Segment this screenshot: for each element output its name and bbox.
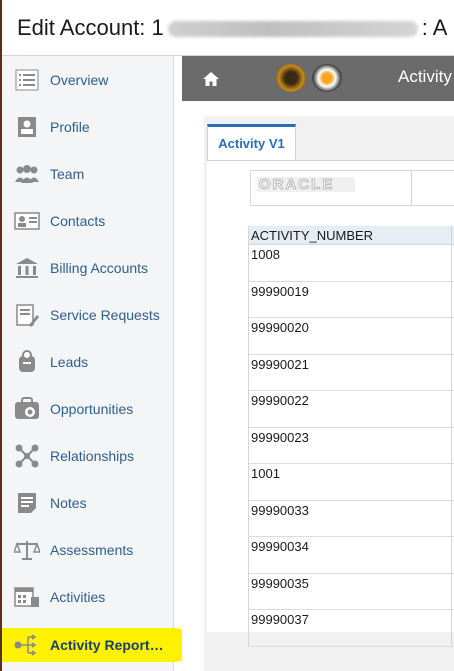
opportunities-icon (14, 396, 40, 422)
column-divider (451, 427, 452, 463)
table-cell: 99990022 (251, 393, 309, 408)
sidebar-item-relationships[interactable]: Relationships (2, 432, 173, 479)
sidebar-item-label: Overview (50, 71, 109, 88)
column-divider (451, 537, 452, 573)
table-row: 99990021 (249, 354, 454, 391)
column-divider (451, 318, 452, 354)
table-row: 99990035 (249, 573, 454, 610)
sidebar-item-label: Activity Report… (50, 637, 164, 653)
team-people-icon (14, 161, 40, 187)
contacts-card-icon (14, 208, 40, 234)
sidebar-item-label: Leads (50, 353, 89, 370)
table-row: 99990022 (249, 391, 454, 428)
table-row: 99990023 (249, 427, 454, 464)
partner-badge-icon (312, 64, 342, 92)
page-title-suffix: : A (421, 14, 448, 40)
report-header-cell (412, 170, 454, 206)
column-header-label: ACTIVITY_NUMBER (251, 228, 374, 243)
partner-logo-icon (276, 64, 306, 92)
column-divider (451, 500, 452, 536)
page-title-prefix: Edit Account: 1 (17, 14, 164, 40)
sidebar-item-label: Assessments (50, 541, 134, 558)
service-request-icon (14, 302, 40, 328)
sidebar-item-opportunities[interactable]: Opportunities (2, 385, 173, 432)
sidebar-item-label: Relationships (50, 447, 135, 464)
profile-badge-icon (14, 114, 40, 140)
table-row: 99990020 (249, 318, 454, 355)
table-row: 99990019 (249, 281, 454, 318)
sidebar-item-label: Billing Accounts (50, 259, 149, 276)
nav-title: Activity (398, 67, 452, 86)
table-row: 1001 (249, 464, 454, 501)
table-cell: 1001 (251, 466, 280, 481)
sidebar: Overview Profile Team Contacts Billing A… (2, 56, 192, 671)
column-divider (451, 464, 452, 500)
report-logo-cell: ORACLE (250, 170, 412, 206)
sidebar-item-activities[interactable]: Activities (2, 573, 173, 620)
column-divider (451, 573, 452, 609)
home-icon[interactable] (202, 71, 220, 87)
sidebar-item-leads[interactable]: Leads (2, 338, 173, 385)
main-content: Activity Activity V1 ORACLE ACTIVITY_NUM… (182, 56, 454, 671)
table-cell: 99990019 (251, 283, 309, 299)
table-cell: 99990034 (251, 539, 309, 554)
table-cell: 99990020 (251, 320, 309, 335)
scales-icon (14, 537, 40, 563)
sidebar-item-label: Team (50, 165, 85, 182)
sidebar-item-assessments[interactable]: Assessments (2, 526, 173, 573)
tab-activity-v1[interactable]: Activity V1 (207, 124, 296, 160)
redacted-account-name (167, 20, 418, 37)
overview-list-icon (14, 67, 40, 93)
sidebar-item-notes[interactable]: Notes (2, 479, 173, 526)
sidebar-item-label: Opportunities (50, 400, 134, 417)
calendar-icon (14, 584, 40, 610)
activity-report-icon (14, 632, 40, 658)
table-cell: 1008 (251, 247, 280, 262)
table-row: 1008 (249, 245, 454, 282)
table-cell: 99990037 (251, 612, 309, 627)
table-row: 99990034 (249, 537, 454, 574)
table-cell: 99990033 (251, 502, 309, 518)
table-row: 99990037 (249, 610, 454, 647)
activity-table: ACTIVITY_NUMBER 1008 99990019 99990020 9… (248, 226, 454, 647)
bank-building-icon (14, 255, 40, 281)
column-divider (451, 391, 452, 427)
sidebar-item-service-requests[interactable]: Service Requests (2, 291, 173, 338)
table-cell: 99990035 (251, 575, 309, 591)
sidebar-item-contacts[interactable]: Contacts (2, 197, 173, 244)
tab-label: Activity V1 (218, 136, 285, 151)
sidebar-item-team[interactable]: Team (2, 150, 173, 197)
notes-icon (14, 490, 40, 516)
sidebar-item-label: Contacts (50, 212, 106, 229)
sidebar-item-label: Service Requests (50, 306, 160, 323)
sidebar-item-label: Profile (50, 118, 90, 135)
top-nav-bar: Activity (182, 56, 454, 101)
column-divider (451, 226, 452, 244)
page-header: Edit Account: 1 : A (2, 0, 454, 56)
sidebar-item-overview[interactable]: Overview (2, 56, 173, 103)
sidebar-item-profile[interactable]: Profile (2, 103, 173, 150)
sidebar-item-label: Notes (50, 494, 87, 511)
table-cell: 99990023 (251, 429, 309, 445)
sidebar-item-label: Activities (50, 588, 106, 605)
sidebar-item-billing-accounts[interactable]: Billing Accounts (2, 244, 173, 291)
table-cell: 99990021 (251, 356, 309, 372)
oracle-logo: ORACLE (257, 177, 355, 193)
column-divider (451, 610, 452, 646)
table-row: 99990033 (249, 500, 454, 537)
column-divider (451, 245, 452, 281)
leads-icon (14, 349, 40, 375)
column-header-activity-number[interactable]: ACTIVITY_NUMBER (249, 226, 454, 245)
relationships-network-icon (14, 443, 40, 469)
column-divider (451, 281, 452, 317)
page-title: Edit Account: 1 : A (17, 15, 447, 41)
sidebar-item-activity-report[interactable]: Activity Report… (2, 628, 192, 662)
column-divider (451, 354, 452, 390)
